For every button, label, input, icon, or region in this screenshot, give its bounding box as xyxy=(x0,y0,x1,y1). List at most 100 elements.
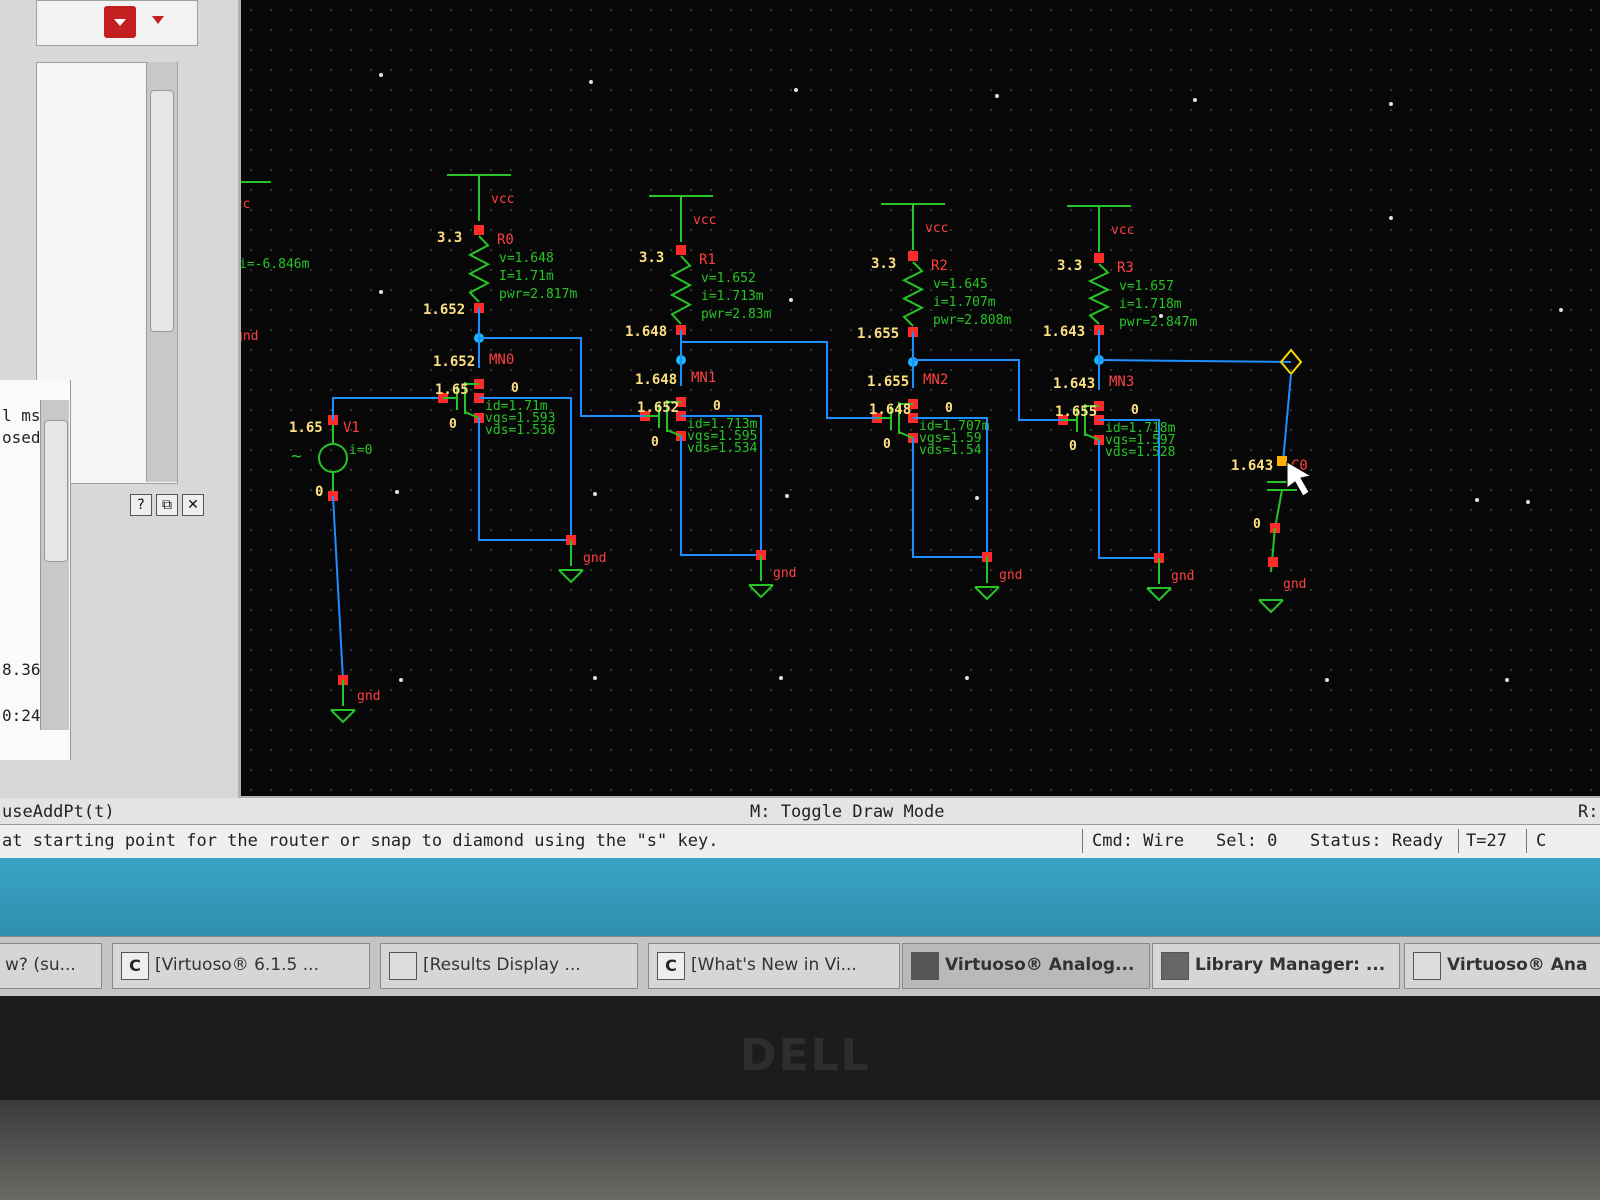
resistor-name: R2 xyxy=(931,258,948,274)
node-voltage: 1.648 xyxy=(635,372,677,388)
taskbar: w? (su... C [Virtuoso® 6.1.5 ... [Result… xyxy=(0,936,1600,997)
source-current: i=-6.846m xyxy=(241,257,310,272)
taskbar-item[interactable]: [Results Display ... xyxy=(380,943,638,989)
resistor-power: pwr=2.808m xyxy=(933,313,1011,328)
vcc-label: vcc xyxy=(241,197,250,212)
ground-symbol xyxy=(1258,599,1284,614)
source-name: V1 xyxy=(343,420,360,436)
resistor-power: pwr=2.817m xyxy=(499,287,577,302)
task-label: Library Manager: ... xyxy=(1195,955,1386,975)
log-line: 8.36 xyxy=(2,660,41,679)
ground-symbol xyxy=(748,584,774,599)
gnd-label: gnd xyxy=(999,568,1022,583)
grid-star xyxy=(995,94,999,98)
ready-status: Status: Ready xyxy=(1310,831,1444,851)
rail-voltage: 3.3 xyxy=(871,256,896,272)
pin-marker xyxy=(676,245,686,255)
library-icon xyxy=(1161,952,1189,980)
analog-design-icon xyxy=(911,952,939,980)
grid-star xyxy=(1475,498,1479,502)
grid-star xyxy=(1559,308,1563,312)
desk-surface xyxy=(0,1100,1600,1200)
ground-symbol xyxy=(974,586,1000,601)
taskbar-item[interactable]: C [What's New in Vi... xyxy=(648,943,900,989)
vcc-label: vcc xyxy=(925,221,948,236)
transistor-name: MN3 xyxy=(1109,374,1134,390)
wire xyxy=(332,397,446,420)
node-voltage: 0 xyxy=(945,401,953,416)
transistor-vds: vds=1.54 xyxy=(919,443,982,458)
node-voltage: 1.652 xyxy=(423,302,465,318)
gnd-label: gnd xyxy=(1171,569,1194,584)
node-voltage: 0 xyxy=(1131,403,1139,418)
cadence-icon: C xyxy=(657,952,685,980)
gnd-label: gnd xyxy=(773,566,796,581)
pin-marker xyxy=(908,251,918,261)
node-voltage: 1.652 xyxy=(637,400,679,416)
gnd-label: gnd xyxy=(583,551,606,566)
rail-voltage: 3.3 xyxy=(639,250,664,266)
ground-symbol xyxy=(1146,587,1172,602)
schematic-drawing[interactable]: vccV0i=-6.846mgnd1.65V1i=0~0gndvcc3.3R0v… xyxy=(241,0,1600,796)
resistor-voltage: v=1.645 xyxy=(933,277,988,292)
pin-marker xyxy=(1268,557,1278,567)
task-label: [Virtuoso® 6.1.5 ... xyxy=(155,955,319,975)
grid-star xyxy=(1325,678,1329,682)
close-icon[interactable]: ✕ xyxy=(182,494,204,516)
chevron-down-icon[interactable] xyxy=(152,16,164,24)
restore-icon[interactable]: ⧉ xyxy=(156,494,178,516)
transistor-vds: vds=1.528 xyxy=(1105,445,1175,460)
wire xyxy=(1282,373,1292,463)
node-voltage: 1.643 xyxy=(1043,324,1085,340)
grid-star xyxy=(965,676,969,680)
task-label: w? (su... xyxy=(5,955,76,975)
command-status-bar: at starting point for the router or snap… xyxy=(0,824,1600,860)
source-current: i=0 xyxy=(349,443,372,458)
node-voltage: 1.655 xyxy=(1055,404,1097,420)
schematic-canvas[interactable]: vccV0i=-6.846mgnd1.65V1i=0~0gndvcc3.3R0v… xyxy=(238,0,1600,799)
taskbar-item[interactable]: C [Virtuoso® 6.1.5 ... xyxy=(112,943,370,989)
taskbar-item[interactable]: Virtuoso® Ana xyxy=(1404,943,1600,989)
help-icon[interactable]: ? xyxy=(130,494,152,516)
cmd-status: Cmd: Wire xyxy=(1092,831,1185,851)
log-scroll-thumb[interactable] xyxy=(44,420,68,562)
node-voltage: 0 xyxy=(1069,439,1077,454)
node-voltage: 0 xyxy=(511,381,519,396)
grid-star xyxy=(1505,678,1509,682)
ac-wave-icon: ~ xyxy=(291,446,302,467)
node-voltage: 1.643 xyxy=(1053,376,1095,392)
task-label: [What's New in Vi... xyxy=(691,955,857,975)
results-icon xyxy=(389,952,417,980)
grid-star xyxy=(379,290,383,294)
node-voltage: 1.648 xyxy=(625,324,667,340)
taskbar-item[interactable]: Library Manager: ... xyxy=(1152,943,1400,989)
left-dock-panel: l ms osed 8.36 0:24: ? ⧉ ✕ xyxy=(0,0,245,800)
log-line: osed xyxy=(2,428,41,447)
rail-voltage: 3.3 xyxy=(437,230,462,246)
resistor-current: i=1.713m xyxy=(701,289,764,304)
grid-star xyxy=(1193,98,1197,102)
node-voltage: 1.643 xyxy=(1231,458,1273,474)
pin-marker xyxy=(474,225,484,235)
ground-symbol xyxy=(330,709,356,724)
scroll-thumb[interactable] xyxy=(150,90,174,332)
selection-count: Sel: 0 xyxy=(1216,831,1278,851)
resistor-symbol xyxy=(669,255,693,325)
wire xyxy=(332,495,344,681)
capacitor-lead xyxy=(1274,489,1283,529)
desktop-background xyxy=(0,858,1600,936)
node-voltage: 0 xyxy=(713,399,721,414)
resistor-name: R1 xyxy=(699,252,716,268)
prompt-text: at starting point for the router or snap… xyxy=(2,831,719,851)
task-label: Virtuoso® Ana xyxy=(1447,955,1588,975)
grid-star xyxy=(589,80,593,84)
resistor-symbol xyxy=(467,235,491,303)
task-label: [Results Display ... xyxy=(423,955,581,975)
resistor-symbol xyxy=(1087,263,1111,325)
taskbar-item-active[interactable]: Virtuoso® Analog... xyxy=(902,943,1150,989)
cadence-icon: C xyxy=(121,952,149,980)
taskbar-item[interactable]: w? (su... xyxy=(0,943,102,989)
gnd-label: gnd xyxy=(357,689,380,704)
dropdown-button[interactable] xyxy=(104,6,136,38)
grid-star xyxy=(789,298,793,302)
